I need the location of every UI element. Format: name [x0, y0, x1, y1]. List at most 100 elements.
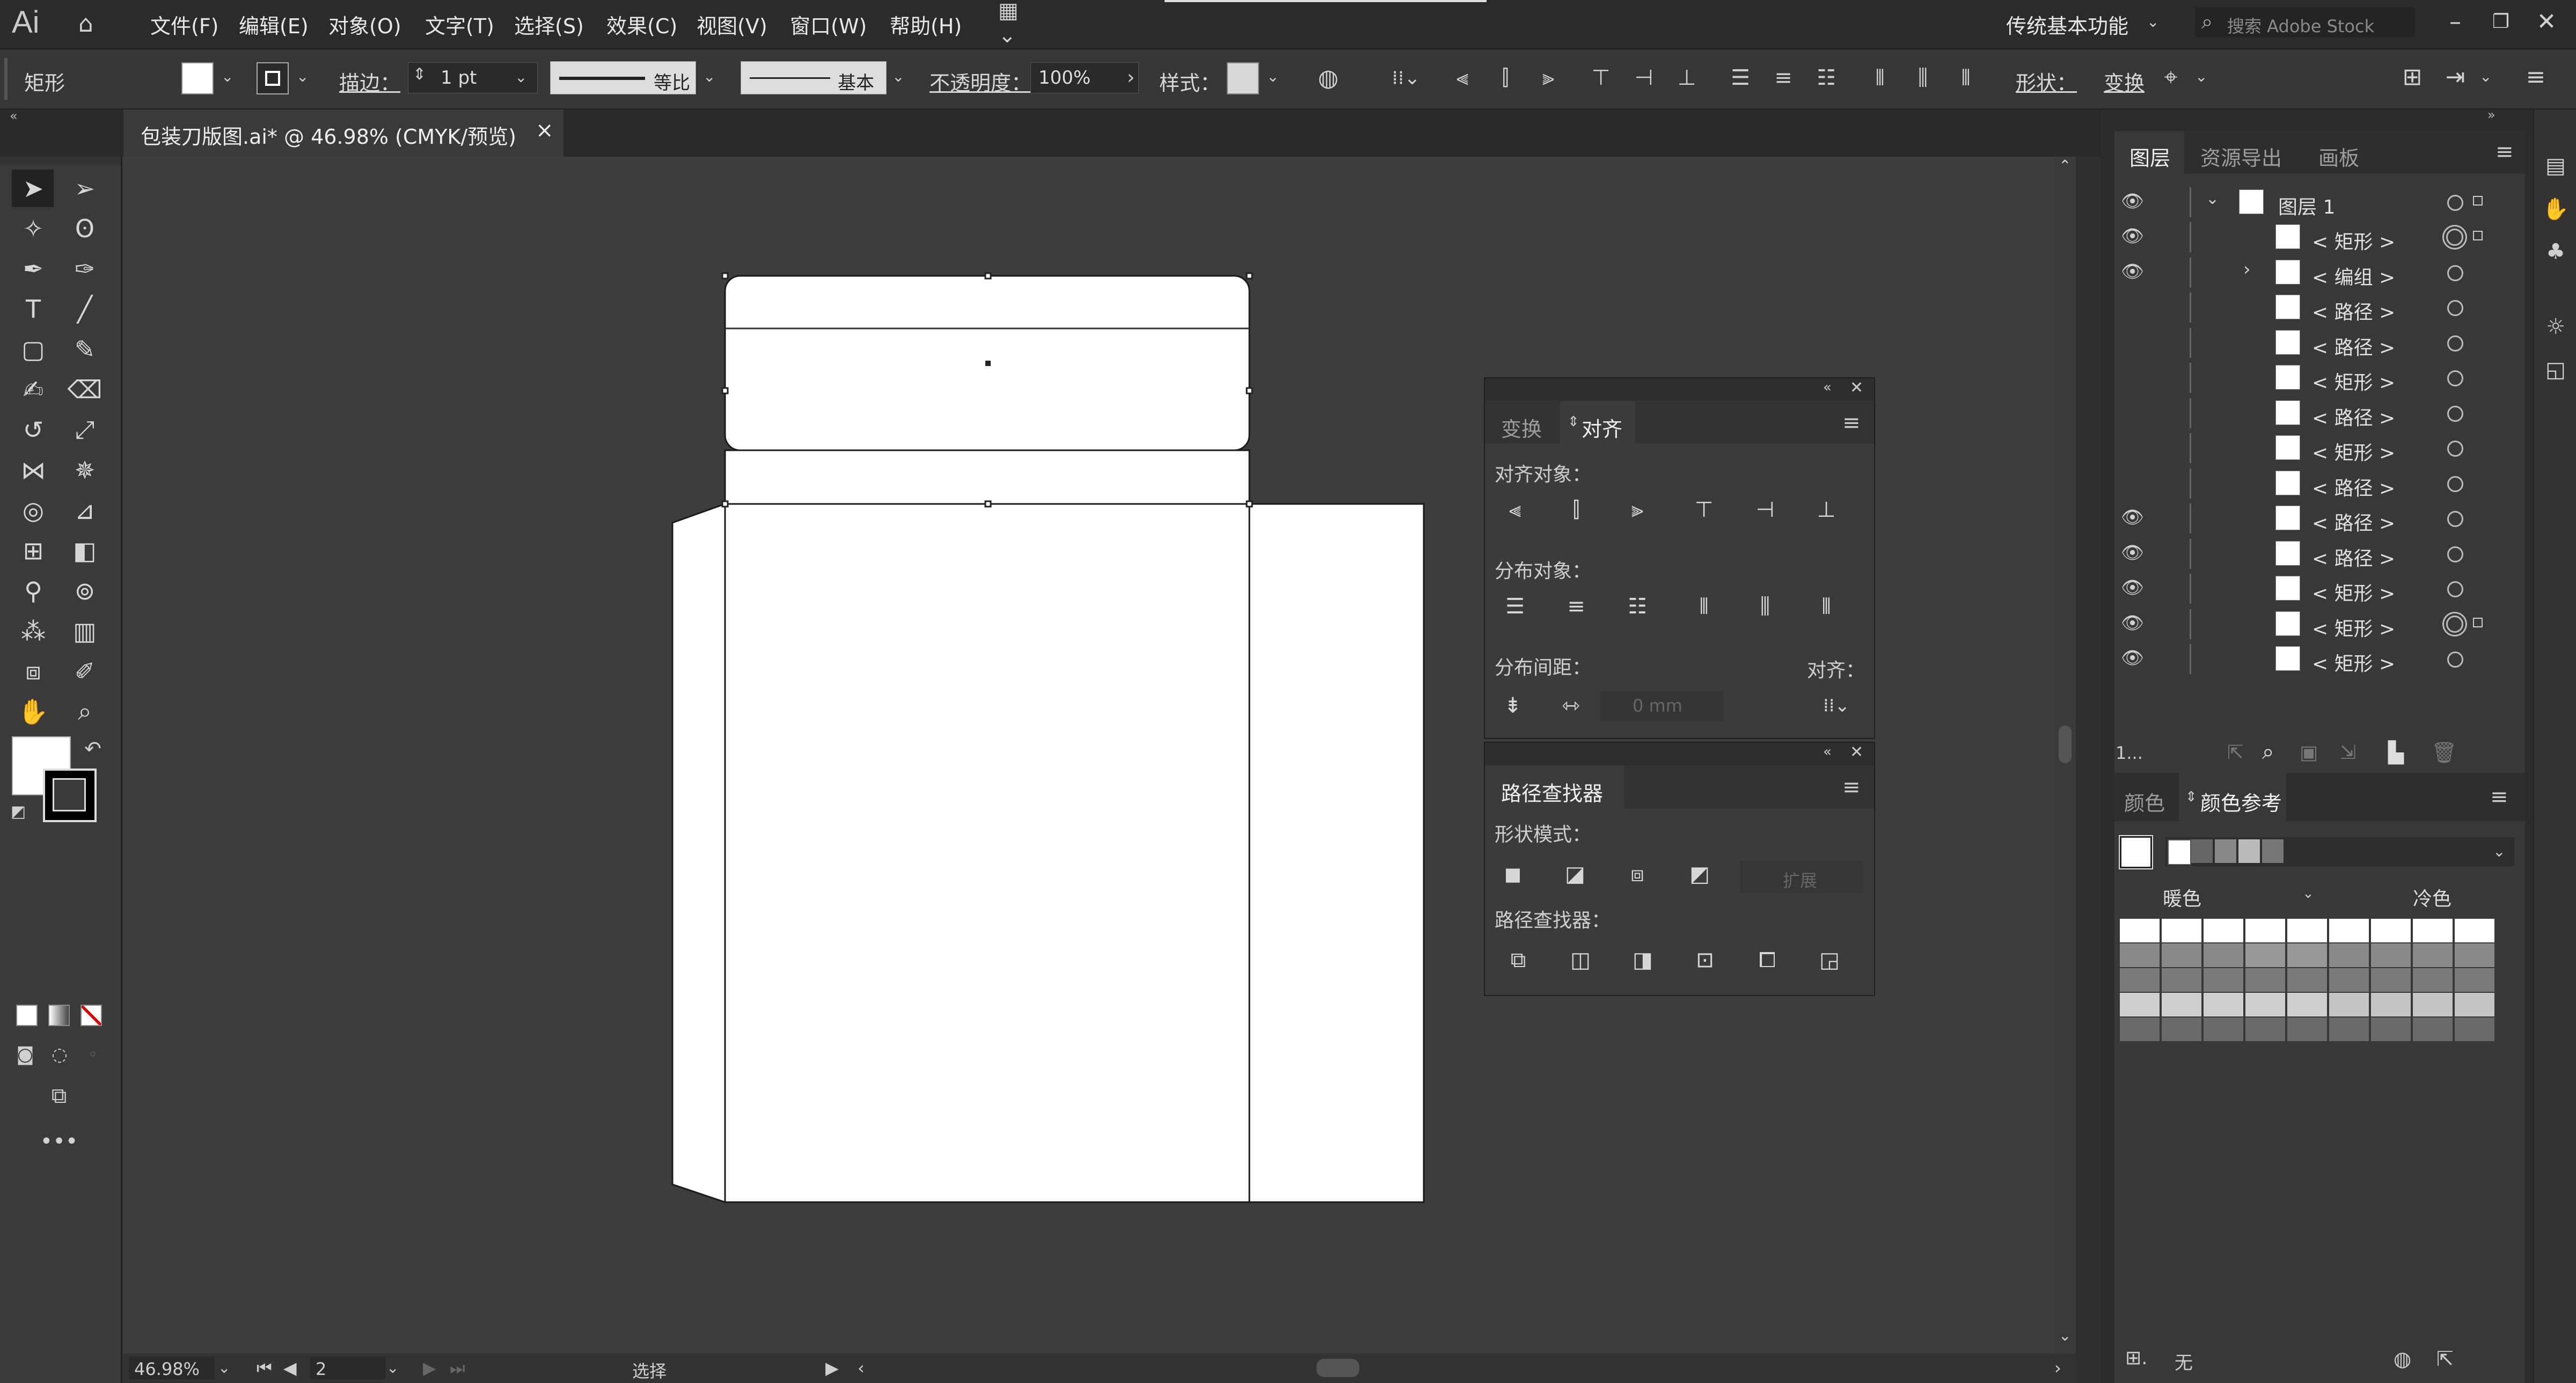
expand-button[interactable]: 扩展: [1740, 861, 1863, 893]
distribute-right-icon[interactable]: ⫴: [1810, 590, 1842, 623]
status-menu-icon[interactable]: ▶: [825, 1358, 839, 1378]
target-icon[interactable]: [2446, 229, 2463, 246]
exclude-icon[interactable]: ◩: [1684, 858, 1716, 890]
minus-front-icon[interactable]: ◪: [1559, 858, 1591, 890]
eye-icon[interactable]: 👁: [2121, 647, 2144, 669]
color-swatch[interactable]: [2413, 993, 2453, 1016]
target-icon[interactable]: [2446, 615, 2463, 633]
align-hcenter-icon[interactable]: ⫿: [1492, 64, 1519, 91]
chevron-down-icon[interactable]: ⌄: [221, 68, 233, 85]
color-swatch[interactable]: [2413, 1018, 2453, 1041]
divide-icon[interactable]: ⧉: [1502, 944, 1534, 976]
align-vcenter-icon[interactable]: ⊣: [1749, 494, 1781, 526]
color-swatch[interactable]: [2371, 1018, 2411, 1041]
target-icon[interactable]: [2447, 195, 2463, 211]
stepper-icon[interactable]: ⇕: [413, 65, 426, 84]
spacing-field[interactable]: 0 mm: [1600, 691, 1724, 721]
target-icon[interactable]: [2447, 300, 2463, 316]
minimize-icon[interactable]: –: [2439, 5, 2471, 38]
brushes-icon[interactable]: ✋: [2542, 195, 2569, 222]
chevron-down-icon[interactable]: ⌄: [515, 68, 527, 86]
panel-header-bar[interactable]: « ✕: [1485, 743, 1874, 765]
color-swatch[interactable]: [2120, 1018, 2160, 1041]
stock-search-field[interactable]: ⌕ 搜索 Adobe Stock: [2195, 8, 2415, 38]
workspace-name[interactable]: 传统基本功能: [2006, 10, 2128, 39]
chevron-down-icon[interactable]: ⌄: [892, 68, 904, 85]
shaper-tool-icon[interactable]: ✍: [14, 372, 53, 407]
blend-tool-icon[interactable]: ⊚: [65, 573, 104, 609]
locate-object-icon[interactable]: ⌕: [2262, 740, 2274, 764]
vertical-scrollbar[interactable]: ⌃ ⌄: [2054, 157, 2076, 1353]
trim-icon[interactable]: ◫: [1564, 944, 1597, 976]
color-swatch[interactable]: [2329, 943, 2369, 967]
chevron-down-icon[interactable]: ⌄: [2206, 189, 2219, 208]
chevron-down-icon[interactable]: ⌄: [296, 68, 309, 85]
column-graph-tool-icon[interactable]: ▥: [65, 613, 104, 649]
layer-row[interactable]: 👁 < 矩形 >: [2114, 642, 2501, 676]
color-swatch[interactable]: [2371, 968, 2411, 992]
color-mode-icon[interactable]: [16, 1005, 38, 1026]
align-right-icon[interactable]: ⫸: [1621, 494, 1653, 526]
collapse-icon[interactable]: «: [1823, 379, 1832, 396]
slice-tool-icon[interactable]: ✐: [65, 654, 104, 689]
color-swatch[interactable]: [2245, 1018, 2285, 1041]
crop-icon[interactable]: ⊡: [1689, 944, 1721, 976]
merge-icon[interactable]: ◨: [1627, 944, 1659, 976]
align-left-icon[interactable]: ⫷: [1449, 64, 1476, 91]
more-tools-icon[interactable]: •••: [38, 1128, 80, 1155]
color-swatch[interactable]: [2287, 993, 2327, 1016]
menu-icon[interactable]: ≡: [1842, 775, 1861, 800]
menu-item[interactable]: 文件(F): [150, 10, 219, 39]
panel-header-bar[interactable]: « ✕: [1485, 378, 1874, 401]
tab-artboards[interactable]: 画板: [2318, 142, 2359, 171]
direct-selection-tool-icon[interactable]: ➢: [65, 171, 104, 206]
menu-item[interactable]: 编辑(E): [239, 10, 309, 39]
align-top-icon[interactable]: ⊤: [1587, 64, 1614, 91]
close-icon[interactable]: ✕: [2530, 5, 2563, 38]
tab-pathfinder[interactable]: 路径查找器: [1485, 765, 1624, 808]
target-icon[interactable]: [2447, 652, 2463, 668]
chevron-right-icon[interactable]: ›: [2243, 259, 2251, 280]
scroll-right-icon[interactable]: ›: [2054, 1358, 2061, 1378]
curvature-tool-icon[interactable]: ✑: [65, 251, 104, 287]
align-hcenter-icon[interactable]: ⫿: [1560, 494, 1592, 526]
collapse-arrows-icon[interactable]: «: [10, 108, 18, 123]
distribute-top-icon[interactable]: ☰: [1727, 64, 1754, 91]
color-swatch[interactable]: [2329, 1018, 2369, 1041]
chevron-down-icon[interactable]: ⌄: [218, 1359, 230, 1377]
menu-item[interactable]: 窗口(W): [790, 10, 867, 39]
draw-behind-icon[interactable]: ◌: [46, 1041, 73, 1068]
first-artboard-icon[interactable]: ⏮: [257, 1358, 272, 1379]
save-group-icon[interactable]: ⇱: [2436, 1347, 2454, 1371]
shape-builder-tool-icon[interactable]: ◎: [14, 493, 53, 528]
color-swatch[interactable]: [2120, 919, 2160, 942]
tab-color[interactable]: 颜色: [2124, 787, 2165, 816]
swap-fill-stroke-icon[interactable]: ↶: [79, 735, 106, 762]
color-swatch[interactable]: [2287, 1018, 2327, 1041]
chevron-down-icon[interactable]: ⌄: [386, 1359, 399, 1377]
layer-row[interactable]: < 路径 >: [2114, 466, 2501, 501]
menu-item[interactable]: 对象(O): [328, 10, 401, 39]
layer-row-top[interactable]: 👁 ⌄ 图层 1: [2114, 185, 2501, 219]
color-swatch[interactable]: [2329, 968, 2369, 992]
distribute-hcenter-icon[interactable]: ⫼: [1909, 64, 1936, 91]
target-icon[interactable]: [2447, 265, 2463, 281]
base-color-swatch[interactable]: [2119, 835, 2153, 869]
align-right-icon[interactable]: ⫸: [1535, 64, 1562, 91]
document-tab[interactable]: 包装刀版图.ai* @ 46.98% (CMYK/预览) ×: [123, 109, 564, 157]
properties-icon[interactable]: ▤: [2542, 152, 2569, 179]
color-swatch[interactable]: [2329, 919, 2369, 942]
color-swatch[interactable]: [2162, 919, 2201, 942]
stroke-weight-field[interactable]: ⇕ 1 pt ⌄: [408, 62, 538, 93]
symbols-icon[interactable]: ♣: [2542, 238, 2569, 265]
distribute-top-icon[interactable]: ☰: [1499, 590, 1531, 623]
harmony-rules-bar[interactable]: ⌄: [2165, 837, 2514, 866]
collapse-icon[interactable]: «: [1823, 744, 1832, 760]
color-swatch[interactable]: [2245, 919, 2285, 942]
eye-icon[interactable]: 👁: [2121, 577, 2144, 598]
close-icon[interactable]: ×: [536, 118, 554, 143]
align-bottom-icon[interactable]: ⊥: [1673, 64, 1700, 91]
pen-tool-icon[interactable]: ✒: [14, 251, 53, 287]
color-swatch[interactable]: [2371, 943, 2411, 967]
target-icon[interactable]: [2447, 511, 2463, 527]
